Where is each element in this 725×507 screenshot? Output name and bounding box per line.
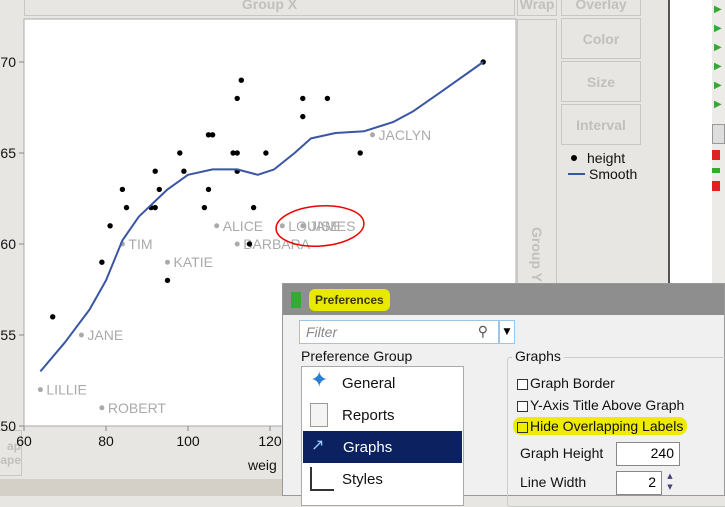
dialog-title: Preferences — [309, 288, 390, 311]
point-label: JAMES — [309, 218, 356, 234]
line-width-stepper[interactable]: ▲ ▼ — [662, 471, 678, 495]
data-point — [250, 204, 257, 211]
x-axis-title: weig — [247, 457, 277, 473]
checkbox[interactable] — [517, 400, 528, 412]
x-tick-label: 60 — [16, 433, 32, 449]
search-icon[interactable]: ⚲ — [478, 323, 488, 340]
data-point — [152, 168, 158, 174]
styles-icon — [310, 467, 334, 491]
x-tick-label: 120 — [258, 433, 282, 449]
data-point — [177, 150, 183, 156]
labeled-point — [37, 387, 43, 393]
y-tick-label: 65 — [0, 145, 16, 161]
filter-input[interactable]: Filter ⚲ — [299, 320, 499, 344]
data-point — [246, 241, 253, 247]
point-label: ALICE — [223, 218, 263, 234]
labeled-point — [99, 405, 105, 411]
checkbox[interactable] — [517, 378, 528, 390]
data-point — [156, 186, 162, 193]
group-item-reports[interactable]: Reports — [302, 399, 463, 431]
data-point — [324, 95, 331, 102]
data-point — [119, 186, 126, 193]
general-icon: ✦ — [310, 367, 329, 392]
data-point — [164, 277, 171, 284]
group-item-general[interactable]: ✦ General — [302, 367, 463, 399]
y-axis-title-checkbox[interactable]: Y-Axis Title Above Graph — [517, 397, 684, 413]
labeled-point — [165, 259, 170, 265]
labeled-point — [78, 332, 84, 338]
data-point — [234, 95, 240, 102]
group-item-styles[interactable]: Styles — [302, 463, 463, 495]
group-item-label: Reports — [342, 406, 395, 424]
data-point — [205, 186, 212, 193]
graphs-icon: ↗ — [311, 437, 325, 454]
line-width-label: Line Width — [520, 474, 587, 490]
y-tick-label: 55 — [0, 327, 16, 343]
point-label: KATIE — [174, 254, 213, 270]
preferences-app-icon — [291, 291, 301, 308]
point-label: TIM — [128, 236, 152, 252]
data-point — [181, 168, 187, 174]
graph-height-input[interactable]: 240 — [616, 442, 680, 466]
x-tick-label: 100 — [176, 433, 200, 449]
point-label: JANE — [87, 327, 123, 343]
preferences-dialog: Preferences Filter ⚲ ▼ Preference Group … — [282, 283, 725, 507]
labeled-point — [214, 223, 220, 229]
data-point — [99, 259, 105, 265]
data-point — [300, 95, 306, 102]
data-point — [263, 150, 269, 156]
data-point — [357, 150, 363, 156]
labeled-point — [300, 223, 306, 229]
labeled-point — [370, 132, 375, 138]
filter-dropdown-button[interactable]: ▼ — [499, 320, 515, 344]
reports-icon — [310, 403, 328, 427]
checkbox-label: Graph Border — [530, 375, 615, 391]
group-item-graphs[interactable]: ↗ Graphs — [303, 431, 462, 463]
data-point — [152, 204, 158, 211]
filter-placeholder: Filter — [306, 324, 338, 340]
preference-group-list[interactable]: ✦ General Reports ↗ Graphs Styles — [301, 366, 464, 506]
line-width-input[interactable]: 2 — [616, 471, 662, 495]
data-point — [50, 314, 56, 320]
labeled-point — [279, 223, 285, 229]
group-item-label: General — [342, 374, 396, 392]
data-point — [300, 113, 306, 120]
y-tick-label: 70 — [0, 54, 16, 70]
x-tick-label: 80 — [98, 433, 114, 449]
data-point — [209, 132, 216, 138]
data-point — [238, 77, 244, 83]
dialog-title-bar[interactable]: Preferences — [283, 284, 724, 315]
graphs-section-title: Graphs — [512, 348, 564, 364]
data-point — [234, 150, 240, 156]
group-item-label: Styles — [342, 470, 383, 488]
y-tick-label: 50 — [0, 418, 16, 434]
point-label: ROBERT — [108, 400, 167, 416]
checkbox-label: Hide Overlapping Labels — [530, 418, 684, 434]
point-label: LILLIE — [46, 382, 86, 398]
data-point — [123, 204, 130, 211]
point-label: JACLYN — [379, 127, 432, 143]
data-point — [107, 223, 113, 229]
graph-border-checkbox[interactable]: Graph Border — [517, 375, 615, 391]
graph-height-label: Graph Height — [520, 445, 604, 461]
checkbox[interactable] — [517, 421, 528, 433]
labeled-point — [234, 241, 240, 247]
hide-overlapping-checkbox[interactable]: Hide Overlapping Labels — [513, 417, 688, 435]
y-tick-label: 60 — [0, 236, 16, 252]
checkbox-label: Y-Axis Title Above Graph — [530, 397, 685, 413]
data-point — [201, 204, 208, 211]
group-item-label: Graphs — [343, 438, 393, 456]
point-label: BARBARA — [243, 236, 311, 252]
preference-group-label: Preference Group — [301, 348, 413, 364]
